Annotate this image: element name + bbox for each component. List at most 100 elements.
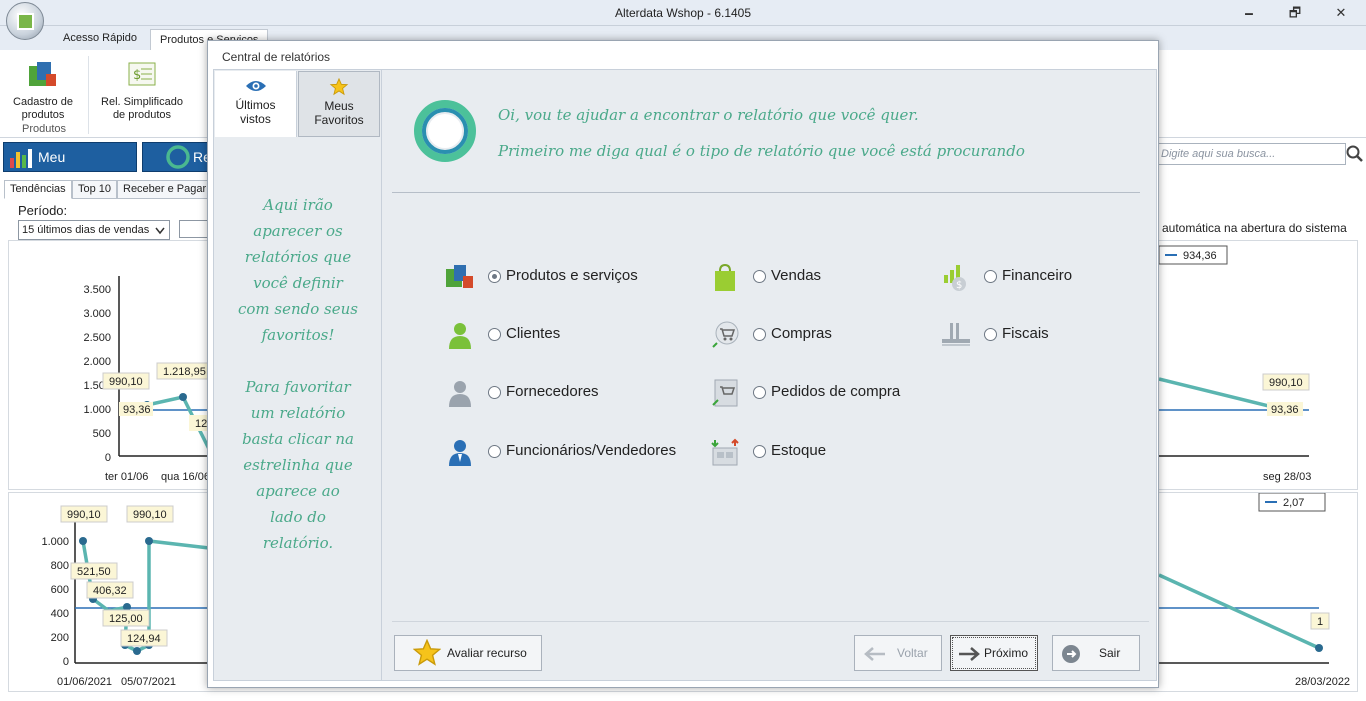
title-bar: Alterdata Wshop - 6.1405 🗕 🗗 ✕ bbox=[0, 0, 1366, 26]
client-icon bbox=[449, 323, 471, 349]
subtab-tendencias[interactable]: Tendências bbox=[4, 180, 72, 199]
cadastro-label-1: Cadastro de bbox=[13, 96, 73, 108]
radio-produtos-servicos[interactable] bbox=[488, 270, 501, 283]
option-financeiro[interactable]: $ Financeiro bbox=[940, 263, 1120, 291]
periodo-label: Período: bbox=[18, 203, 68, 218]
finance-icon: $ bbox=[944, 265, 966, 291]
search-icon[interactable] bbox=[1345, 143, 1365, 165]
meu-dashboard-button[interactable]: Meu DashBoard bbox=[3, 142, 137, 193]
option-vendas[interactable]: Vendas bbox=[709, 263, 909, 291]
tab-meus-favoritos[interactable]: Meus Favoritos bbox=[298, 71, 380, 137]
proximo-button[interactable]: Próximo bbox=[950, 635, 1038, 671]
option-funcionarios[interactable]: Funcionários/Vendedores bbox=[444, 438, 684, 466]
minimize-button[interactable]: 🗕 bbox=[1226, 0, 1272, 25]
option-label: Clientes bbox=[506, 325, 561, 342]
date-input[interactable] bbox=[179, 220, 209, 238]
option-label: Vendas bbox=[771, 267, 822, 284]
question-text: Primeiro me diga qual é o tipo de relató… bbox=[498, 142, 1025, 160]
radio-vendas[interactable] bbox=[753, 270, 766, 283]
rel-simplificado-button[interactable]: $ Rel. Simplificado de produtos bbox=[100, 58, 184, 122]
voltar-button[interactable]: Voltar bbox=[854, 635, 942, 671]
supplier-icon bbox=[449, 381, 471, 407]
cadastro-label-2: produtos bbox=[21, 109, 65, 121]
radio-compras[interactable] bbox=[753, 328, 766, 341]
sair-label: Sair bbox=[1099, 646, 1121, 660]
chart-top-data-label: 1.218,95 bbox=[163, 366, 206, 378]
proximo-label: Próximo bbox=[984, 646, 1029, 660]
chevron-down-icon bbox=[155, 227, 165, 235]
close-button[interactable]: ✕ bbox=[1318, 0, 1364, 25]
subtab-top10[interactable]: Top 10 bbox=[72, 180, 118, 199]
radio-estoque[interactable] bbox=[753, 445, 766, 458]
ultimos-label: Últimos vistos bbox=[235, 98, 276, 126]
chart-bottom-data-label: 406,32 bbox=[93, 585, 127, 597]
option-label: Financeiro bbox=[1002, 267, 1073, 284]
chart-bottom-y-tick: 200 bbox=[51, 632, 69, 644]
option-pedidos-compra[interactable]: Pedidos de compra bbox=[709, 379, 929, 407]
arrow-left-icon bbox=[864, 647, 885, 661]
favorites-panel: Últimos vistos Meus Favoritos Aqui irão … bbox=[213, 69, 382, 681]
divider bbox=[392, 192, 1140, 193]
search-input[interactable]: Digite aqui sua busca... bbox=[1156, 143, 1346, 165]
products-icon bbox=[446, 265, 473, 288]
option-fiscais[interactable]: Fiscais bbox=[940, 321, 1120, 347]
voltar-label: Voltar bbox=[897, 646, 928, 660]
chart-top-point bbox=[179, 393, 187, 401]
avaliar-recurso-button[interactable]: Avaliar recurso bbox=[394, 635, 542, 671]
arrow-right-icon bbox=[959, 647, 980, 661]
stock-icon bbox=[711, 438, 739, 466]
radio-pedidos-compra[interactable] bbox=[753, 386, 766, 399]
dialog-title: Central de relatórios bbox=[222, 50, 331, 64]
option-fornecedores[interactable]: Fornecedores bbox=[444, 379, 674, 407]
cart-icon bbox=[712, 321, 739, 348]
periodo-select[interactable]: 15 últimos dias de vendas bbox=[18, 220, 170, 240]
star-icon bbox=[329, 78, 349, 96]
chart-top-y-tick: 500 bbox=[93, 428, 111, 440]
chart-bottom-legend: 2,07 bbox=[1283, 497, 1304, 509]
tab-ultimos-vistos[interactable]: Últimos vistos bbox=[215, 71, 297, 137]
chart-bottom-data-label: 521,50 bbox=[77, 566, 111, 578]
report-ring-icon bbox=[166, 145, 190, 169]
fiscal-icon bbox=[942, 323, 970, 346]
rel-label-1: Rel. Simplificado bbox=[101, 96, 183, 108]
radio-fiscais[interactable] bbox=[984, 328, 997, 341]
chart-top-data-label: 990,10 bbox=[109, 376, 143, 388]
sair-button[interactable]: Sair bbox=[1052, 635, 1140, 671]
greeting-text: Oi, vou te ajudar a encontrar o relatóri… bbox=[498, 106, 919, 124]
chart-bottom-x-tick: 28/03/2022 bbox=[1295, 676, 1350, 688]
chart-bottom-point bbox=[133, 647, 141, 655]
option-label: Fiscais bbox=[1002, 325, 1049, 342]
option-produtos-servicos[interactable]: Produtos e serviços bbox=[444, 263, 674, 289]
option-clientes[interactable]: Clientes bbox=[444, 321, 674, 349]
relatorios-button[interactable]: Re bbox=[142, 142, 212, 172]
chart-bottom-y-tick: 400 bbox=[51, 608, 69, 620]
cadastro-produtos-button[interactable]: Cadastro de produtos bbox=[8, 58, 78, 122]
option-compras[interactable]: Compras bbox=[709, 321, 909, 348]
restore-button[interactable]: 🗗 bbox=[1272, 0, 1318, 25]
radio-clientes[interactable] bbox=[488, 328, 501, 341]
option-label: Produtos e serviços bbox=[506, 267, 638, 284]
radio-funcionarios[interactable] bbox=[488, 445, 501, 458]
subtab-receber-pagar[interactable]: Receber e Pagar bbox=[117, 180, 213, 199]
favorites-help-text: Aqui irão aparecer os relatórios que voc… bbox=[238, 196, 358, 552]
option-label: Compras bbox=[771, 325, 832, 342]
chart-bottom-data-label: 125,00 bbox=[109, 613, 143, 625]
app-logo-icon[interactable] bbox=[6, 2, 44, 40]
chart-bottom-point bbox=[1315, 644, 1323, 652]
chart-top-data-label: 93,36 bbox=[123, 404, 151, 416]
assistant-logo-icon bbox=[414, 100, 476, 162]
auto-open-text: automática na abertura do sistema bbox=[1162, 221, 1347, 235]
wizard-panel: Oi, vou te ajudar a encontrar o relatóri… bbox=[382, 69, 1157, 681]
chart-bottom-x-tick: 05/07/2021 bbox=[121, 676, 176, 688]
tab-acesso-rapido[interactable]: Acesso Rápido bbox=[63, 32, 137, 44]
radio-fornecedores[interactable] bbox=[488, 386, 501, 399]
eye-icon bbox=[245, 81, 266, 91]
chart-bottom-y-tick: 600 bbox=[51, 584, 69, 596]
chart-bottom-x-tick: 01/06/2021 bbox=[57, 676, 112, 688]
chart-top-data-label: 990,10 bbox=[1269, 377, 1303, 389]
products-box-icon bbox=[29, 62, 56, 86]
radio-financeiro[interactable] bbox=[984, 270, 997, 283]
exit-icon bbox=[1062, 645, 1080, 663]
option-estoque[interactable]: Estoque bbox=[709, 438, 909, 466]
window-title: Alterdata Wshop - 6.1405 bbox=[614, 6, 752, 20]
